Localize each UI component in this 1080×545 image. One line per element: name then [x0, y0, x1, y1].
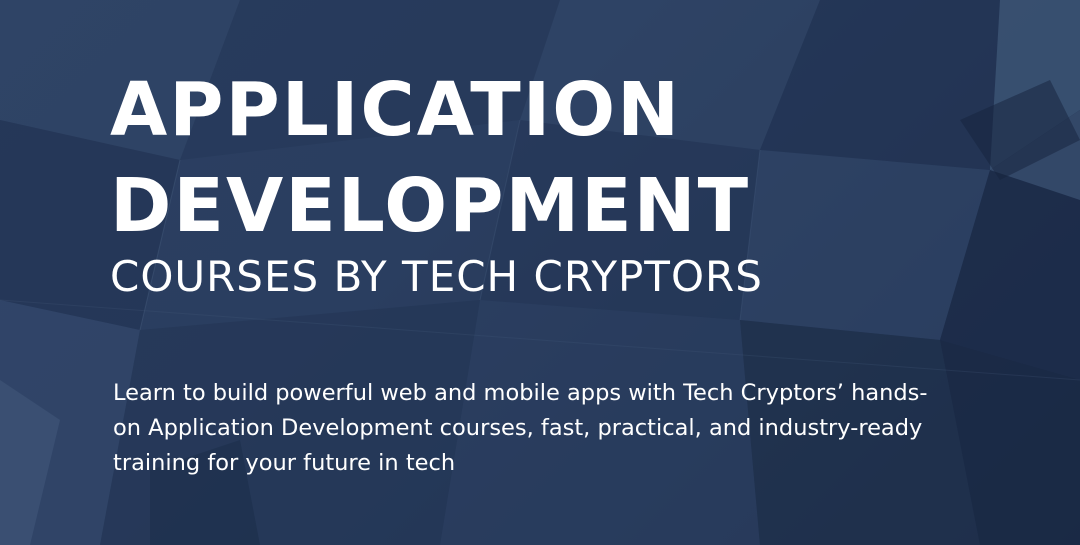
hero-heading-block: APPLICATION DEVELOPMENT COURSES BY TECH … — [110, 62, 1010, 304]
hero-title-line-2: DEVELOPMENT — [110, 163, 751, 249]
hero-title-line-1: APPLICATION — [110, 67, 682, 153]
hero-description: Learn to build powerful web and mobile a… — [113, 380, 928, 476]
hero-subtitle: COURSES BY TECH CRYPTORS — [110, 252, 763, 301]
hero-banner: APPLICATION DEVELOPMENT COURSES BY TECH … — [0, 0, 1080, 545]
